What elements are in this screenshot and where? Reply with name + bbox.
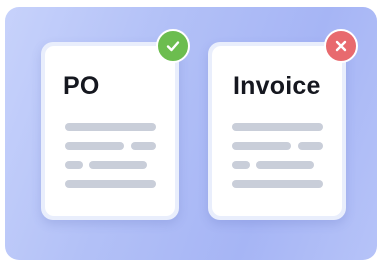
text-placeholder-line: [65, 123, 156, 131]
text-placeholder-line: [232, 123, 323, 131]
check-mark-glyph: [166, 41, 180, 52]
text-placeholder-line: [131, 142, 156, 150]
text-placeholder-line: [65, 180, 156, 188]
text-placeholder-line: [256, 161, 314, 169]
text-placeholder-line: [298, 142, 323, 150]
text-placeholder-line: [232, 180, 323, 188]
close-icon: [324, 29, 358, 63]
po-document-card: PO: [41, 42, 179, 220]
text-placeholder-line: [65, 161, 83, 169]
invoice-document-paper: Invoice: [212, 46, 342, 216]
invoice-document-title: Invoice: [233, 72, 321, 100]
po-document-paper: PO: [45, 46, 175, 216]
x-mark-glyph: [335, 40, 347, 52]
text-placeholder-line: [89, 161, 147, 169]
po-document-title: PO: [63, 72, 100, 100]
illustration-canvas: PO Invoice: [5, 7, 377, 260]
invoice-document-card: Invoice: [208, 42, 346, 220]
text-placeholder-line: [232, 142, 291, 150]
check-icon: [156, 29, 190, 63]
text-placeholder-line: [232, 161, 250, 169]
text-placeholder-line: [65, 142, 124, 150]
